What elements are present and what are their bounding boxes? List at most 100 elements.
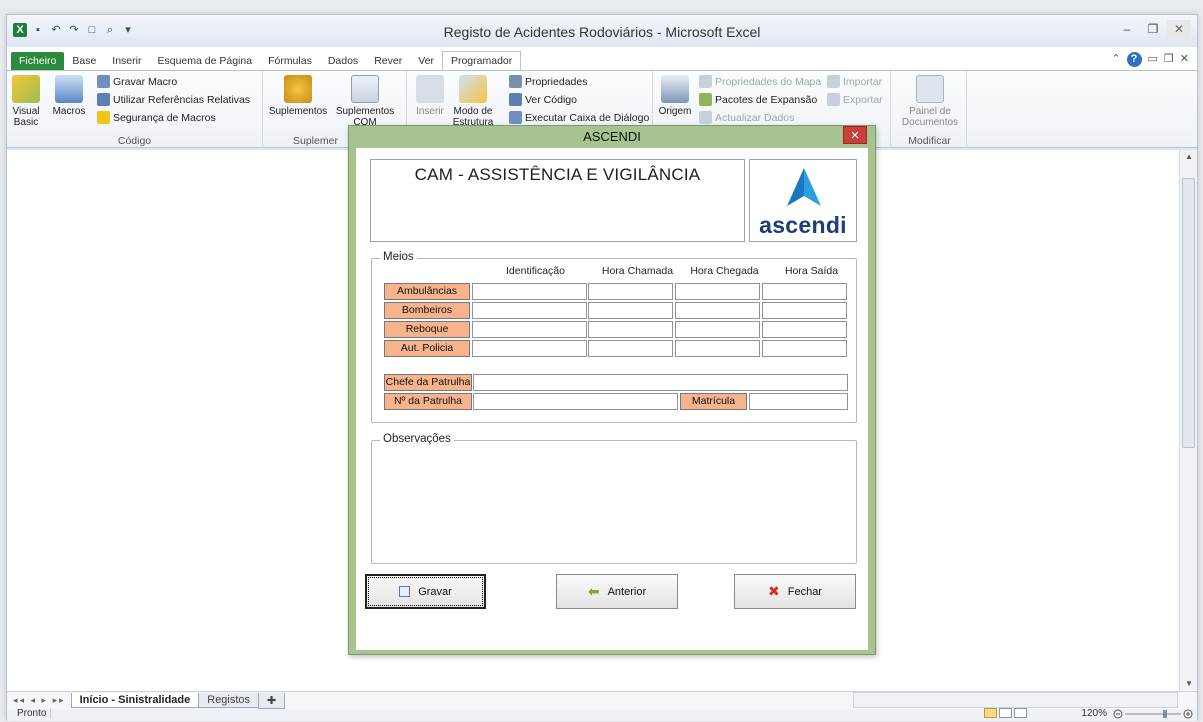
- normal-view-icon[interactable]: [984, 708, 997, 718]
- ver-codigo-button[interactable]: Ver Código: [509, 93, 577, 106]
- visual-basic-button[interactable]: Visual Basic: [11, 75, 41, 128]
- chefe-patrulha-input[interactable]: [473, 374, 848, 391]
- importar-button[interactable]: Importar: [827, 75, 882, 88]
- seguranca-macros-button[interactable]: Segurança de Macros: [97, 111, 216, 124]
- tab-inserir[interactable]: Inserir: [104, 52, 149, 70]
- macros-icon: [55, 75, 83, 103]
- propriedades-button[interactable]: Propriedades: [509, 75, 587, 88]
- page-break-view-icon[interactable]: [1014, 708, 1027, 718]
- bombeiros-identificacao-input[interactable]: [472, 302, 587, 319]
- macros-button[interactable]: Macros: [47, 75, 91, 117]
- origem-label: Origem: [658, 106, 692, 117]
- policia-identificacao-input[interactable]: [472, 340, 587, 357]
- group-modificar: Painel de Documentos Modificar: [893, 71, 967, 149]
- ambulancias-hora-chamada-input[interactable]: [588, 283, 673, 300]
- actualizar-dados-button[interactable]: Actualizar Dados: [699, 111, 794, 124]
- ascendi-logo-icon: [787, 168, 821, 206]
- fechar-label: Fechar: [787, 585, 822, 598]
- tab-formulas[interactable]: Fórmulas: [260, 52, 320, 70]
- reboque-hora-chamada-input[interactable]: [588, 321, 673, 338]
- bombeiros-hora-saida-input[interactable]: [762, 302, 847, 319]
- scroll-thumb[interactable]: [1182, 178, 1195, 448]
- importar-label: Importar: [843, 75, 883, 88]
- tab-ver[interactable]: Ver: [410, 52, 442, 70]
- gear-icon: [284, 75, 312, 103]
- tab-programador[interactable]: Programador: [441, 51, 522, 70]
- close-window-button[interactable]: ✕: [1167, 20, 1191, 38]
- map-properties-icon: [699, 75, 712, 88]
- origem-button[interactable]: Origem: [657, 75, 693, 117]
- exportar-button[interactable]: Exportar: [827, 93, 883, 106]
- com-addins-icon: [351, 75, 379, 103]
- bombeiros-hora-chamada-input[interactable]: [588, 302, 673, 319]
- ambulancias-hora-chegada-input[interactable]: [675, 283, 760, 300]
- actualizar-label: Actualizar Dados: [715, 111, 795, 124]
- observacoes-legend: Observações: [380, 433, 454, 445]
- doc-restore-icon[interactable]: ❐: [1164, 52, 1174, 67]
- inserir-control-button[interactable]: Inserir: [413, 75, 447, 117]
- executar-caixa-button[interactable]: Executar Caixa de Diálogo: [509, 111, 649, 124]
- minimize-button[interactable]: –: [1115, 20, 1139, 38]
- policia-hora-saida-input[interactable]: [762, 340, 847, 357]
- ambulancias-identificacao-input[interactable]: [472, 283, 587, 300]
- inserir-label: Inserir: [416, 106, 444, 117]
- zoom-slider[interactable]: [1113, 709, 1193, 719]
- gravar-button[interactable]: Gravar: [365, 574, 486, 609]
- zoom-level[interactable]: 120%: [1081, 708, 1107, 719]
- ambulancias-hora-saida-input[interactable]: [762, 283, 847, 300]
- painel-documentos-button[interactable]: Painel de Documentos: [899, 75, 961, 128]
- reboque-identificacao-input[interactable]: [472, 321, 587, 338]
- doc-minimize-icon[interactable]: ▭: [1148, 52, 1158, 67]
- suplementos-com-button[interactable]: Suplementos COM: [333, 75, 397, 128]
- bombeiros-hora-chegada-input[interactable]: [675, 302, 760, 319]
- scroll-down-icon[interactable]: ▼: [1180, 679, 1198, 688]
- run-dialog-icon: [509, 111, 522, 124]
- tab-dados[interactable]: Dados: [320, 52, 366, 70]
- numero-patrulha-input[interactable]: [473, 393, 678, 410]
- sheet-nav-icons[interactable]: ◂◂ ◂ ▸ ▸▸: [7, 695, 72, 706]
- exportar-label: Exportar: [843, 93, 883, 106]
- suplementos-button[interactable]: Suplementos: [267, 75, 329, 117]
- status-bar: Pronto 120%: [7, 708, 1197, 721]
- tab-base[interactable]: Base: [64, 52, 104, 70]
- reboque-hora-saida-input[interactable]: [762, 321, 847, 338]
- group-codigo: Visual Basic Macros Gravar Macro Utiliza…: [7, 71, 263, 149]
- label-chefe-patrulha: Chefe da Patrulha: [384, 374, 472, 391]
- sheet-tab-registos[interactable]: Registos: [198, 693, 260, 708]
- import-icon: [827, 75, 840, 88]
- relative-references-icon: [97, 93, 110, 106]
- propriedades-mapa-button[interactable]: Propriedades do Mapa: [699, 75, 821, 88]
- arrow-left-icon: ⬅: [587, 583, 600, 599]
- window-title: Registo de Acidentes Rodoviários - Micro…: [443, 24, 761, 40]
- minimize-ribbon-icon[interactable]: ⌃: [1111, 52, 1120, 67]
- visual-basic-icon: [12, 75, 40, 103]
- observacoes-frame[interactable]: Observações: [371, 433, 857, 564]
- horizontal-scrollbar[interactable]: [853, 692, 1178, 708]
- insert-sheet-icon[interactable]: ✚: [258, 692, 286, 709]
- sheet-tab-inicio[interactable]: Início - Sinistralidade: [70, 693, 200, 708]
- view-code-icon: [509, 93, 522, 106]
- scroll-up-icon[interactable]: ▲: [1180, 152, 1198, 161]
- tab-esquema[interactable]: Esquema de Página: [149, 52, 260, 70]
- page-layout-view-icon[interactable]: [999, 708, 1012, 718]
- help-icon[interactable]: ?: [1126, 52, 1142, 67]
- propriedades-label: Propriedades: [525, 75, 588, 88]
- modo-estrutura-button[interactable]: Modo de Estrutura: [451, 75, 495, 128]
- pacotes-expansao-button[interactable]: Pacotes de Expansão: [699, 93, 817, 106]
- fechar-button[interactable]: ✖ Fechar: [734, 574, 856, 609]
- policia-hora-chegada-input[interactable]: [675, 340, 760, 357]
- pacotes-label: Pacotes de Expansão: [715, 93, 818, 106]
- tab-ficheiro[interactable]: Ficheiro: [11, 52, 65, 70]
- gravar-macro-button[interactable]: Gravar Macro: [97, 75, 177, 88]
- reboque-hora-chegada-input[interactable]: [675, 321, 760, 338]
- vertical-scrollbar[interactable]: ▲ ▼: [1179, 150, 1197, 690]
- policia-hora-chamada-input[interactable]: [588, 340, 673, 357]
- tab-rever[interactable]: Rever: [366, 52, 410, 70]
- dialog-close-button[interactable]: ✕: [843, 126, 867, 144]
- doc-close-icon[interactable]: ✕: [1180, 52, 1189, 67]
- anterior-button[interactable]: ⬅ Anterior: [556, 574, 678, 609]
- matricula-input[interactable]: [749, 393, 848, 410]
- referencias-relativas-button[interactable]: Utilizar Referências Relativas: [97, 93, 250, 106]
- dialog-body: CAM - ASSISTÊNCIA E VIGILÂNCIA ascendi M…: [356, 148, 868, 650]
- restore-button[interactable]: ❐: [1141, 20, 1165, 38]
